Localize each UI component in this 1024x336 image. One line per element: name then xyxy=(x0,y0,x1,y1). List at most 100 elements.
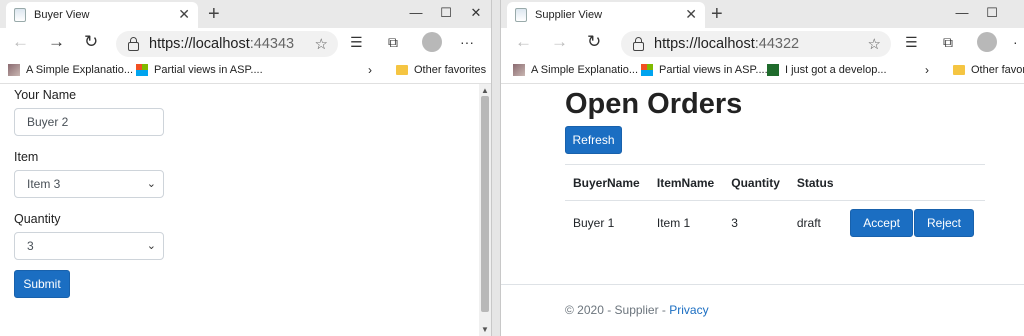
back-icon[interactable]: ← xyxy=(12,32,29,52)
address-bar[interactable]: https://localhost:44343 ☆ xyxy=(116,31,338,57)
new-tab-icon[interactable]: + xyxy=(711,3,723,26)
reload-icon[interactable]: ↻ xyxy=(587,32,601,52)
cell-status: draft xyxy=(796,215,821,230)
refresh-button[interactable]: Refresh xyxy=(565,126,622,154)
favorite-star-icon[interactable]: ☆ xyxy=(868,35,881,53)
supplier-browser-window: Supplier View ✕ + — ☐ ← → ↻ https://loca… xyxy=(500,0,1024,336)
url-host: https://localhost xyxy=(149,36,250,52)
chevron-down-icon: ⌄ xyxy=(146,178,156,190)
reload-icon[interactable]: ↻ xyxy=(84,32,98,52)
table-header-row: BuyerName ItemName Quantity Status xyxy=(565,164,985,201)
item-select[interactable]: Item 3 ⌄ xyxy=(14,170,164,198)
new-tab-icon[interactable]: + xyxy=(208,3,220,26)
back-icon[interactable]: ← xyxy=(515,32,532,52)
scroll-up-icon[interactable]: ▲ xyxy=(481,86,489,95)
tab-title: Supplier View xyxy=(535,9,603,21)
url-port: :44322 xyxy=(754,36,800,52)
image-icon xyxy=(8,64,20,76)
window-controls: — ☐ xyxy=(947,0,1007,28)
chevron-down-icon: ⌄ xyxy=(146,240,156,252)
microsoft-icon xyxy=(641,64,653,76)
name-input[interactable]: Buyer 2 xyxy=(14,108,164,136)
orders-table: BuyerName ItemName Quantity Status Buyer… xyxy=(565,164,985,245)
favorite-link-1[interactable]: Partial views in ASP.... xyxy=(641,64,768,76)
column-header-quantity: Quantity xyxy=(723,164,789,201)
page-scrollbar[interactable]: ▲ ▼ xyxy=(479,84,491,336)
maximize-icon[interactable]: ☐ xyxy=(977,0,1007,28)
scrollbar-thumb[interactable] xyxy=(481,96,489,312)
favorites-bar: A Simple Explanatio... Partial views in … xyxy=(0,58,491,84)
close-tab-icon[interactable]: ✕ xyxy=(178,6,190,23)
close-window-icon[interactable]: ✕ xyxy=(461,0,491,28)
maximize-icon[interactable]: ☐ xyxy=(431,0,461,28)
collections-icon[interactable]: ⧉ xyxy=(388,34,398,51)
page-title: Open Orders xyxy=(565,88,743,120)
favorite-link-0[interactable]: A Simple Explanatio... xyxy=(513,64,638,76)
image-icon xyxy=(513,64,525,76)
browser-toolbar: ← → ↻ https://localhost:44322 ☆ ☰ ⧉ · xyxy=(501,28,1024,58)
submit-button[interactable]: Submit xyxy=(14,270,70,298)
favorite-label: A Simple Explanatio... xyxy=(26,64,134,76)
collections-icon[interactable]: ⧉ xyxy=(943,34,953,51)
supplier-page-content: Open Orders Refresh BuyerName ItemName Q… xyxy=(501,84,1024,336)
chevron-right-icon[interactable]: › xyxy=(368,63,372,77)
cell-buyer: Buyer 1 xyxy=(573,215,615,230)
url-host: https://localhost xyxy=(654,36,755,52)
table-row: Buyer 1 Item 1 3 draft Accept Reject xyxy=(565,201,985,245)
page-footer: © 2020 - Supplier - Privacy xyxy=(501,284,1024,317)
window-controls: — ☐ ✕ xyxy=(401,0,491,28)
quantity-select-value: 3 xyxy=(27,239,34,253)
tab-title: Buyer View xyxy=(34,9,90,21)
reject-button[interactable]: Reject xyxy=(913,208,974,237)
favorite-link-1[interactable]: Partial views in ASP.... xyxy=(136,64,263,76)
footer-copyright: © 2020 - Supplier - xyxy=(565,303,670,317)
close-tab-icon[interactable]: ✕ xyxy=(685,6,697,23)
address-bar[interactable]: https://localhost:44322 ☆ xyxy=(621,31,891,57)
chevron-right-icon[interactable]: › xyxy=(925,63,929,77)
item-label: Item xyxy=(14,150,39,164)
privacy-link[interactable]: Privacy xyxy=(669,303,708,317)
favorites-list-icon[interactable]: ☰ xyxy=(350,34,363,51)
folder-icon xyxy=(396,65,408,75)
lock-icon xyxy=(128,36,139,51)
favorites-bar: A Simple Explanatio... Partial views in … xyxy=(501,58,1024,84)
minimize-icon[interactable]: — xyxy=(401,0,431,28)
tab-strip: Buyer View ✕ + — ☐ ✕ xyxy=(0,0,491,28)
column-header-buyername: BuyerName xyxy=(565,164,649,201)
cell-actions: Accept Reject xyxy=(842,201,985,245)
folder-icon xyxy=(953,65,965,75)
forward-icon[interactable]: → xyxy=(551,32,568,52)
name-label: Your Name xyxy=(14,88,77,102)
more-menu-icon[interactable]: · xyxy=(1013,34,1018,50)
forward-icon[interactable]: → xyxy=(48,32,65,52)
page-favicon-icon xyxy=(14,8,26,22)
profile-avatar[interactable] xyxy=(977,32,997,52)
column-header-itemname: ItemName xyxy=(648,164,724,201)
cell-quantity: 3 xyxy=(731,215,738,230)
url-port: :44343 xyxy=(249,36,295,52)
other-favorites[interactable]: Other favorites xyxy=(396,64,486,76)
stackoverflow-icon xyxy=(767,64,779,76)
favorite-star-icon[interactable]: ☆ xyxy=(315,35,328,53)
minimize-icon[interactable]: — xyxy=(947,0,977,28)
microsoft-icon xyxy=(136,64,148,76)
tab-buyer-view[interactable]: Buyer View ✕ xyxy=(6,2,198,28)
favorite-link-0[interactable]: A Simple Explanatio... xyxy=(8,64,133,76)
quantity-label: Quantity xyxy=(14,212,61,226)
favorite-label: A Simple Explanatio... xyxy=(531,64,639,76)
browser-toolbar: ← → ↻ https://localhost:44343 ☆ ☰ ⧉ ··· xyxy=(0,28,491,58)
favorite-label: Partial views in ASP.... xyxy=(154,64,263,76)
favorites-list-icon[interactable]: ☰ xyxy=(905,34,918,51)
favorite-label: Partial views in ASP.... xyxy=(659,64,768,76)
other-favorites[interactable]: Other favori xyxy=(953,64,1024,76)
scroll-down-icon[interactable]: ▼ xyxy=(481,325,489,334)
footer-text: © 2020 - Supplier - Privacy xyxy=(565,303,709,317)
accept-button[interactable]: Accept xyxy=(850,208,913,237)
profile-avatar[interactable] xyxy=(422,32,442,52)
favorite-label: I just got a develop... xyxy=(785,64,887,76)
favorite-link-2[interactable]: I just got a develop... xyxy=(767,64,887,76)
more-menu-icon[interactable]: ··· xyxy=(460,34,474,50)
cell-item: Item 1 xyxy=(656,215,691,230)
quantity-select[interactable]: 3 ⌄ xyxy=(14,232,164,260)
tab-supplier-view[interactable]: Supplier View ✕ xyxy=(507,2,705,28)
